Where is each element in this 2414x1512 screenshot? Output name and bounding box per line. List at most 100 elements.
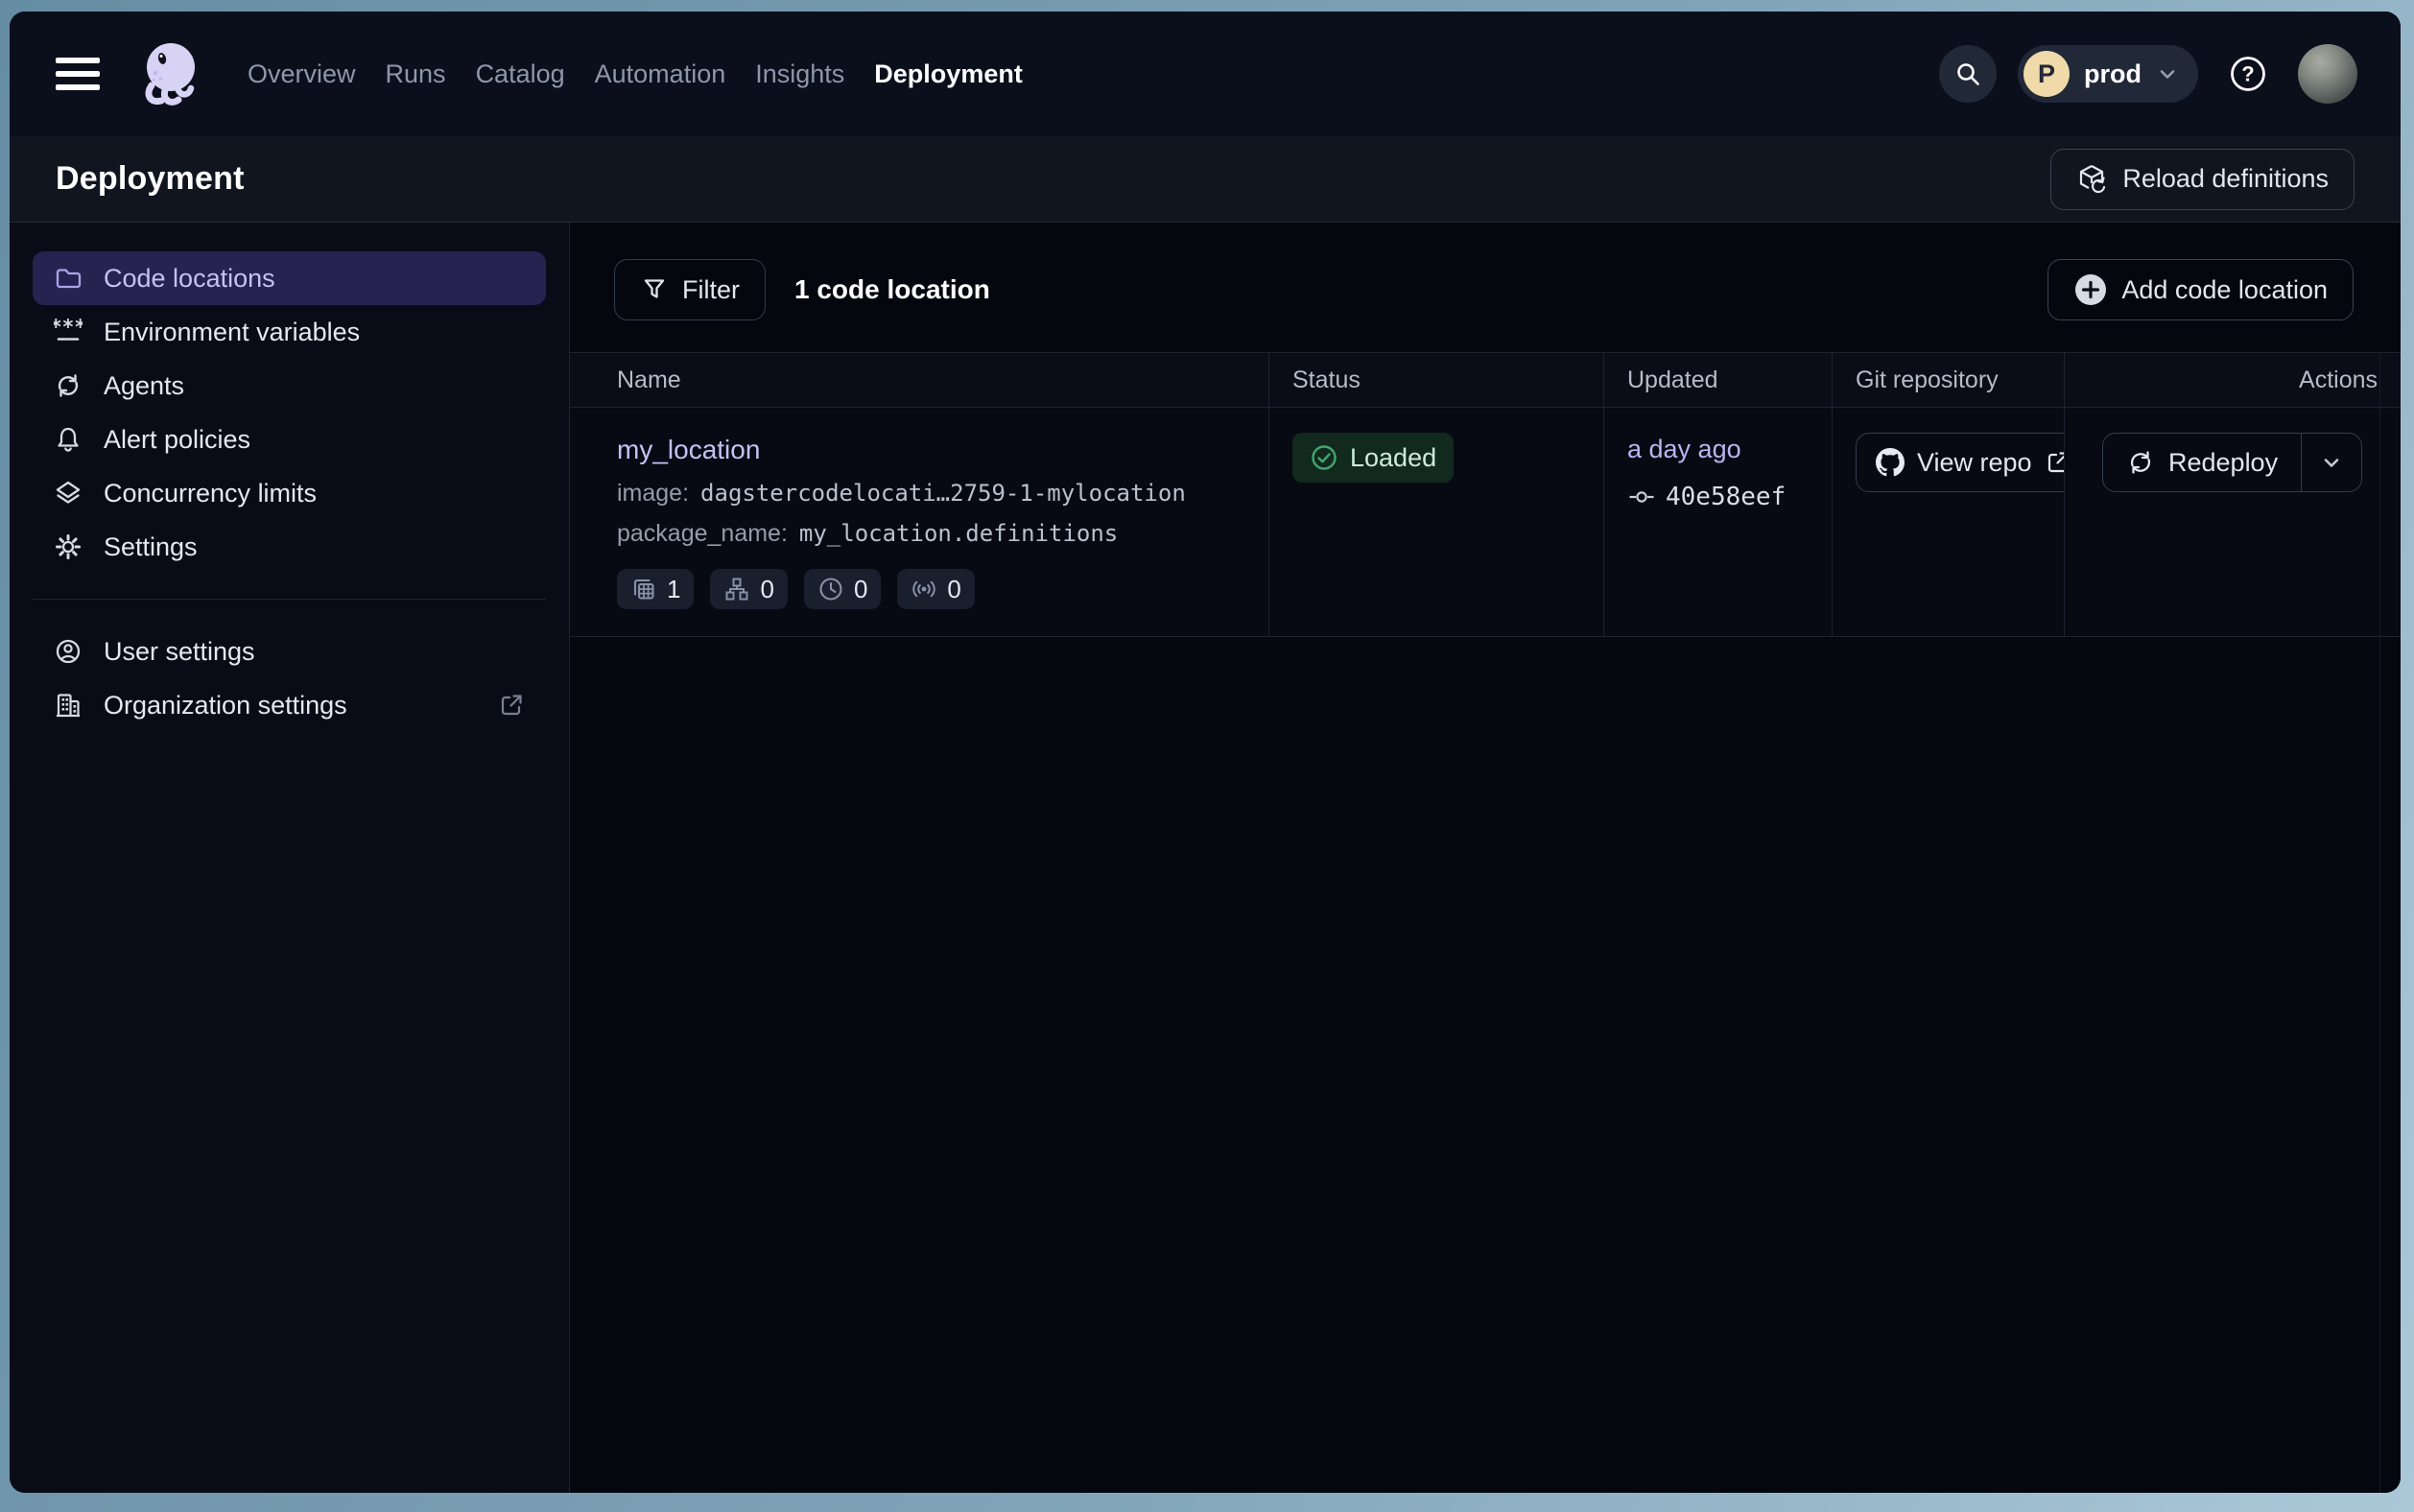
package-label: package_name: [617, 520, 788, 548]
chevron-down-icon [2319, 450, 2344, 475]
sidebar-item-agents[interactable]: Agents [33, 359, 546, 413]
redeploy-label: Redeploy [2168, 448, 2278, 478]
app-window: Overview Runs Catalog Automation Insight… [10, 12, 2401, 1493]
layers-icon [54, 479, 83, 508]
deployment-name: prod [2084, 59, 2142, 89]
external-link-icon [2045, 449, 2064, 476]
nav-item-overview[interactable]: Overview [248, 59, 356, 89]
redeploy-more-button[interactable] [2302, 434, 2361, 491]
column-header-updated: Updated [1603, 353, 1832, 407]
external-link-icon [498, 692, 525, 719]
sidebar-item-settings[interactable]: Settings [33, 520, 546, 574]
commit-sha[interactable]: 40e58eef [1666, 483, 1786, 511]
assets-count: 1 [667, 575, 680, 604]
image-label: image: [617, 480, 689, 508]
sidebar-item-alert-policies[interactable]: Alert policies [33, 413, 546, 466]
search-icon [1953, 59, 1982, 88]
search-button[interactable] [1939, 45, 1997, 103]
gear-icon [54, 532, 83, 561]
nav-item-automation[interactable]: Automation [595, 59, 726, 89]
agents-cycle-icon [54, 371, 83, 400]
sidebar-item-label: Agents [104, 371, 184, 401]
github-icon [1876, 448, 1905, 477]
jobs-count-chip[interactable]: 0 [710, 569, 787, 609]
deployment-initial-badge: P [2024, 51, 2070, 97]
sidebar-item-label: Settings [104, 532, 198, 562]
cell-git-repository: View repo [1832, 408, 2064, 636]
sidebar-item-label: Environment variables [104, 318, 360, 347]
package-line: package_name: my_location.definitions [617, 520, 1245, 548]
sidebar-item-label: Concurrency limits [104, 479, 317, 508]
sensors-count: 0 [947, 575, 960, 604]
reload-definitions-button[interactable]: Reload definitions [2050, 149, 2355, 210]
sidebar-item-concurrency-limits[interactable]: Concurrency limits [33, 466, 546, 520]
svg-text:***: *** [54, 318, 83, 339]
schedules-count-chip[interactable]: 0 [804, 569, 881, 609]
sidebar-item-label: Code locations [104, 264, 275, 294]
column-header-git-repository: Git repository [1832, 353, 2064, 407]
redeploy-button[interactable]: Redeploy [2103, 434, 2302, 491]
chevron-down-icon [2156, 62, 2179, 85]
filter-label: Filter [682, 275, 740, 305]
top-nav: Overview Runs Catalog Automation Insight… [10, 12, 2401, 136]
redeploy-split-button: Redeploy [2102, 433, 2362, 492]
updated-time-link[interactable]: a day ago [1627, 433, 1741, 465]
sidebar-item-label: Organization settings [104, 691, 347, 721]
sidebar-item-organization-settings[interactable]: Organization settings [33, 678, 546, 732]
schedules-count: 0 [854, 575, 867, 604]
view-repo-button[interactable]: View repo [1856, 433, 2064, 492]
assets-grid-icon [630, 576, 657, 602]
sidebar-divider [33, 599, 546, 600]
add-code-location-label: Add code location [2121, 275, 2328, 305]
reload-definitions-label: Reload definitions [2122, 164, 2329, 194]
schedule-clock-icon [817, 576, 844, 602]
main-panel: Filter 1 code location Add code location… [570, 223, 2401, 1493]
hamburger-icon[interactable] [56, 58, 100, 90]
nav-item-catalog[interactable]: Catalog [476, 59, 565, 89]
avatar[interactable] [2298, 44, 2357, 104]
octopus-icon [132, 37, 205, 110]
code-location-count: 1 code location [794, 274, 990, 305]
cell-status: Loaded [1268, 408, 1603, 636]
table-row: my_location image: dagstercodelocati…275… [570, 408, 2401, 637]
sidebar: Code locations *** Environment variables [10, 223, 570, 1493]
sidebar-item-code-locations[interactable]: Code locations [33, 251, 546, 305]
sensors-count-chip[interactable]: 0 [897, 569, 974, 609]
help-button[interactable]: ? [2219, 45, 2277, 103]
sensor-signal-icon [911, 576, 937, 602]
nav-item-deployment[interactable]: Deployment [874, 59, 1023, 89]
add-code-location-button[interactable]: Add code location [2047, 259, 2354, 320]
building-icon [54, 691, 83, 720]
nav-item-insights[interactable]: Insights [755, 59, 844, 89]
nav-right-cluster: P prod ? [1939, 44, 2357, 104]
sidebar-item-environment-variables[interactable]: *** Environment variables [33, 305, 546, 359]
cell-updated: a day ago 40e58eef [1603, 408, 1832, 636]
column-header-status: Status [1268, 353, 1603, 407]
status-badge: Loaded [1292, 433, 1454, 483]
deployment-switcher[interactable]: P prod [2018, 45, 2198, 103]
svg-text:?: ? [2241, 62, 2254, 86]
table-header-row: Name Status Updated Git repository Actio… [570, 352, 2401, 408]
column-header-name: Name [570, 353, 1268, 407]
definition-counts: 1 [617, 569, 1245, 609]
check-circle-icon [1310, 443, 1338, 472]
sidebar-item-label: Alert policies [104, 425, 250, 455]
plus-circle-icon [2073, 272, 2108, 307]
code-locations-table: Name Status Updated Git repository Actio… [570, 352, 2401, 637]
code-location-link[interactable]: my_location [617, 433, 760, 467]
page-header: Deployment Reload definitions [10, 136, 2401, 223]
filter-button[interactable]: Filter [614, 259, 766, 320]
image-line: image: dagstercodelocati…2759-1-mylocati… [617, 480, 1245, 508]
nav-item-runs[interactable]: Runs [386, 59, 446, 89]
help-icon: ? [2227, 53, 2269, 95]
assets-count-chip[interactable]: 1 [617, 569, 694, 609]
view-repo-label: View repo [1917, 448, 2032, 478]
env-vars-icon: *** [54, 318, 83, 346]
cell-name: my_location image: dagstercodelocati…275… [570, 408, 1268, 636]
folder-icon [54, 264, 83, 293]
content-area: Code locations *** Environment variables [10, 223, 2401, 1493]
user-circle-icon [54, 637, 83, 666]
dagster-octopus-logo[interactable] [132, 37, 205, 110]
sidebar-item-user-settings[interactable]: User settings [33, 625, 546, 678]
redeploy-refresh-icon [2126, 448, 2155, 477]
